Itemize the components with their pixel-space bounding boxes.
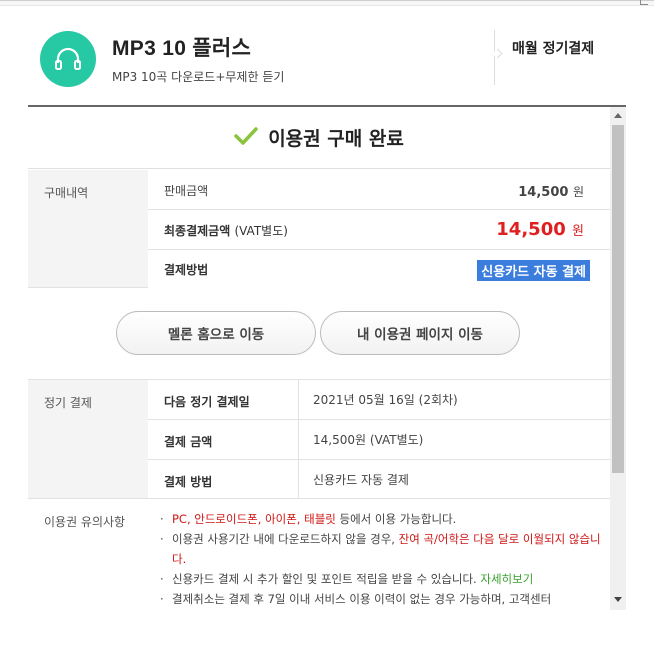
final-price-label: 최종결제금액 (VAT별도) [164,224,288,238]
table-row: 다음 정기 결제일 2021년 05월 16일 (2회차) [148,380,610,420]
product-header: MP3 10 플러스 MP3 10곡 다운로드+무제한 듣기 매월 정기결제 [30,18,626,104]
list-item: PC, 안드로이드폰, 아이폰, 태블릿 등에서 이용 가능합니다. [160,509,610,529]
my-pass-page-button[interactable]: 내 이용권 페이지 이동 [320,311,520,355]
scrollbar-thumb[interactable] [612,125,624,473]
check-icon [234,126,258,150]
purchase-complete-banner: 이용권 구매 완료 [28,107,610,169]
scroll-up-arrow-icon[interactable] [614,113,622,118]
window-top-border [0,0,654,6]
purchase-result-panel[interactable]: 이용권 구매 완료 구매내역 판매금액 14,500 원 최종결제금액 (VAT… [28,105,626,610]
table-row: 결제 금액 14,500원 (VAT별도) [148,420,610,460]
header-divider [494,30,495,85]
regular-payment-method-value: 신용카드 자동 결제 [298,460,409,498]
notice-list: PC, 안드로이드폰, 아이폰, 태블릿 등에서 이용 가능합니다. 이용권 사… [148,499,610,609]
payment-amount-value: 14,500원 (VAT별도) [298,420,423,459]
notice-section: 이용권 유의사항 PC, 안드로이드폰, 아이폰, 태블릿 등에서 이용 가능합… [28,499,610,610]
sale-price-label: 판매금액 [164,184,209,198]
list-item: 결제취소는 결제 후 7일 이내 서비스 이용 이력이 없는 경우 가능하며, … [160,589,610,609]
purchase-details-table: 구매내역 판매금액 14,500 원 최종결제금액 (VAT별도) 14,500… [28,170,610,290]
notice-section-label: 이용권 유의사항 [28,499,148,610]
vertical-scrollbar[interactable] [610,107,626,610]
headphones-icon [40,31,96,87]
product-subtitle: MP3 10곡 다운로드+무제한 듣기 [112,70,285,84]
melon-home-button[interactable]: 멜론 홈으로 이동 [116,311,316,355]
scroll-down-arrow-icon[interactable] [614,597,622,602]
final-price-value: 14,500 원 [496,219,584,240]
table-row: 결제방법 신용카드 자동 결제 [148,250,610,289]
table-row: 최종결제금액 (VAT별도) 14,500 원 [148,210,610,250]
list-item: 이용권 사용기간 내에 다운로드하지 않을 경우, 잔여 곡/어학은 다음 달로… [160,529,610,569]
table-row: 판매금액 14,500 원 [148,170,610,210]
payment-amount-label: 결제 금액 [164,435,213,449]
purchase-complete-text: 이용권 구매 완료 [268,128,404,150]
list-item: 신용카드 결제 시 추가 할인 및 포인트 적립을 받을 수 있습니다. 자세히… [160,569,610,589]
details-link[interactable]: 자세히보기 [480,572,533,586]
product-title: MP3 10 플러스 [112,37,252,60]
regular-section-label: 정기 결제 [28,380,148,499]
next-payment-date-label: 다음 정기 결제일 [164,395,250,409]
corner-mark [640,0,648,5]
billing-period: 매월 정기결제 [512,41,595,57]
payment-method-value[interactable]: 신용카드 자동 결제 [477,260,590,281]
regular-payment-table: 정기 결제 다음 정기 결제일 2021년 05월 16일 (2회차) 결제 금… [28,379,610,499]
regular-payment-method-label: 결제 방법 [164,475,213,489]
sale-price-value: 14,500 원 [518,185,584,200]
table-row: 결제 방법 신용카드 자동 결제 [148,460,610,499]
payment-method-label: 결제방법 [164,263,209,277]
purchase-section-label: 구매내역 [28,170,148,288]
next-payment-date-value: 2021년 05월 16일 (2회차) [298,380,458,419]
action-buttons: 멜론 홈으로 이동 내 이용권 페이지 이동 [28,311,610,357]
